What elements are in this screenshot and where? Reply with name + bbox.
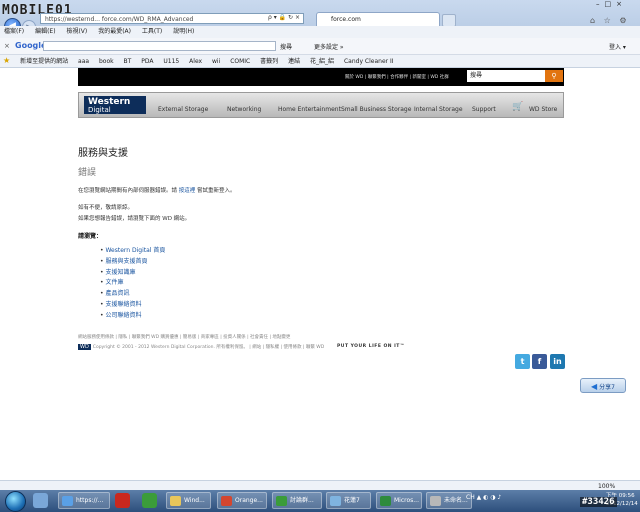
tagline: PUT YOUR LIFE ON IT™	[337, 344, 405, 349]
link-company-contact[interactable]: 公司聯絡資料	[100, 311, 165, 322]
wd-logo[interactable]: Western Digital	[84, 96, 146, 114]
toolbar-close-icon[interactable]: ×	[4, 42, 10, 50]
link-knowledge-base[interactable]: 支援知識庫	[100, 268, 165, 279]
menu-help[interactable]: 說明(H)	[173, 28, 194, 35]
nav-small-business-storage[interactable]: Small Business Storage	[341, 106, 411, 113]
taskbar-item-4[interactable]: 花蓮7	[326, 492, 371, 509]
footer-links[interactable]: 網站服務使用條款 | 隱私 | 聯繫我們 WD 購買優惠 | 簡易版 | 商家專…	[78, 334, 290, 340]
nav-internal-storage[interactable]: Internal Storage	[414, 106, 463, 113]
fav-item[interactable]: wii	[212, 58, 220, 65]
report-text: 如果您想報告錯誤，請瀏覽下面的 WD 網站。	[78, 216, 191, 222]
cart-icon[interactable]: 🛒	[512, 102, 523, 112]
error-text: 在您瀏覽網站期間有內部伺服器錯誤。請	[78, 188, 178, 194]
taskbar-item-folder[interactable]: Wind...	[166, 492, 211, 509]
app-icon[interactable]	[115, 493, 130, 508]
link-product-info[interactable]: 產品資訊	[100, 289, 165, 300]
explorer-icon[interactable]	[33, 493, 48, 508]
linkedin-icon[interactable]: in	[550, 354, 565, 369]
nav-support[interactable]: Support	[472, 106, 496, 113]
close-icon[interactable]: ×	[616, 0, 627, 8]
tab-active[interactable]: force.com	[316, 12, 440, 26]
address-bar[interactable]: https://westernd... force.com/WD_RMA_Adv…	[40, 13, 304, 24]
fav-item[interactable]: 花_絽_絽	[310, 58, 334, 65]
nav-home-entertainment[interactable]: Home Entertainment	[278, 106, 341, 113]
retry-link[interactable]: 按這裡	[179, 188, 196, 194]
fav-item[interactable]: COMIC	[230, 58, 250, 65]
taskbar-item-orange[interactable]: Orange...	[217, 492, 267, 509]
window-controls[interactable]: –□×	[596, 0, 627, 8]
menu-favorites[interactable]: 我的最愛(A)	[98, 28, 131, 35]
footer-copyright: WD Copyright © 2001 - 2012 Western Digita…	[78, 344, 324, 350]
minimize-icon[interactable]: –	[596, 0, 605, 8]
system-tray[interactable]: CH ▲ ◐ ◑ ♪	[466, 494, 501, 501]
start-button[interactable]	[5, 491, 26, 512]
address-bar-icons[interactable]: ρ ▾ 🔒 ↻ ×	[268, 14, 300, 21]
fav-item[interactable]: U115	[163, 58, 179, 65]
apology-text: 如有不便，敬請原諒。	[78, 205, 134, 211]
share-icon: ◀	[591, 382, 598, 391]
chrome-icon[interactable]	[142, 493, 157, 508]
fav-item[interactable]: aaa	[78, 58, 89, 65]
maximize-icon[interactable]: □	[605, 0, 617, 8]
error-title: 錯誤	[78, 168, 97, 178]
fav-item[interactable]: PDA	[141, 58, 153, 65]
nav-wd-store[interactable]: WD Store	[529, 106, 557, 113]
favorites-bar: ★ 新增至提供的網站 aaa book BT PDA U115 Alex wii…	[0, 55, 640, 68]
wd-top-links[interactable]: 關於 WD | 聯繫我們 | 合作夥伴 | 新聞室 | WD 社群	[345, 74, 449, 80]
copyright-text: Copyright © 2001 - 2012 Western Digital …	[92, 345, 325, 350]
wd-mini-logo: WD	[78, 344, 91, 350]
browse-label: 請瀏覽：	[78, 233, 103, 240]
zoom-level[interactable]: 100%	[598, 483, 615, 490]
favorites-star-icon[interactable]: ★	[3, 56, 10, 65]
fav-item[interactable]: 連結	[288, 58, 300, 65]
wd-logo-line2: Digital	[88, 106, 111, 114]
toolbar-icons[interactable]: ⌂ ☆ ⚙	[590, 16, 630, 25]
link-support-contact[interactable]: 支援聯絡資料	[100, 300, 165, 311]
wd-nav-bar	[78, 92, 564, 118]
fav-item[interactable]: Candy Cleaner II	[344, 58, 394, 65]
menu-edit[interactable]: 編輯(E)	[35, 28, 55, 35]
taskbar-item-chrome[interactable]: 討論群...	[272, 492, 322, 509]
error-text-after: 嘗試重新登入。	[197, 188, 236, 194]
menu-tools[interactable]: 工具(T)	[142, 28, 162, 35]
google-search-button[interactable]: 搜尋	[280, 42, 292, 51]
fav-item[interactable]: BT	[124, 58, 132, 65]
google-more-button[interactable]: 更多設定 »	[314, 42, 344, 51]
twitter-icon[interactable]: t	[515, 354, 530, 369]
link-wd-home[interactable]: Western Digital 首頁	[100, 246, 165, 257]
google-logo: Google	[15, 41, 47, 50]
link-support-home[interactable]: 服務與支援首頁	[100, 257, 165, 268]
error-message: 在您瀏覽網站期間有內部伺服器錯誤。請 按這裡 嘗試重新登入。	[78, 186, 236, 194]
fav-item[interactable]: book	[99, 58, 114, 65]
fav-item[interactable]: 書籤列	[260, 58, 278, 65]
link-list: Western Digital 首頁 服務與支援首頁 支援知識庫 文件庫 產品資…	[100, 246, 165, 322]
menu-file[interactable]: 檔案(F)	[4, 28, 24, 35]
nav-external-storage[interactable]: External Storage	[158, 106, 208, 113]
share-button[interactable]: ◀ 分享7	[580, 378, 626, 393]
share-label: 分享7	[599, 384, 615, 391]
wd-search-input[interactable]: 搜尋	[467, 70, 545, 82]
facebook-icon[interactable]: f	[532, 354, 547, 369]
taskbar-item-ie[interactable]: https://...	[58, 492, 110, 509]
fav-item[interactable]: 新增至提供的網站	[20, 58, 68, 65]
fav-item[interactable]: Alex	[189, 58, 202, 65]
nav-networking[interactable]: Networking	[227, 106, 261, 113]
taskbar-item-excel[interactable]: Micros...	[376, 492, 422, 509]
link-document-library[interactable]: 文件庫	[100, 278, 165, 289]
google-search-input[interactable]	[43, 41, 276, 51]
post-id-watermark: #33426	[580, 497, 617, 507]
menu-view[interactable]: 檢視(V)	[66, 28, 87, 35]
page-title: 服務與支援	[78, 148, 128, 159]
search-icon[interactable]: ⚲	[545, 70, 563, 82]
signin-button[interactable]: 登入 ▾	[609, 42, 626, 51]
